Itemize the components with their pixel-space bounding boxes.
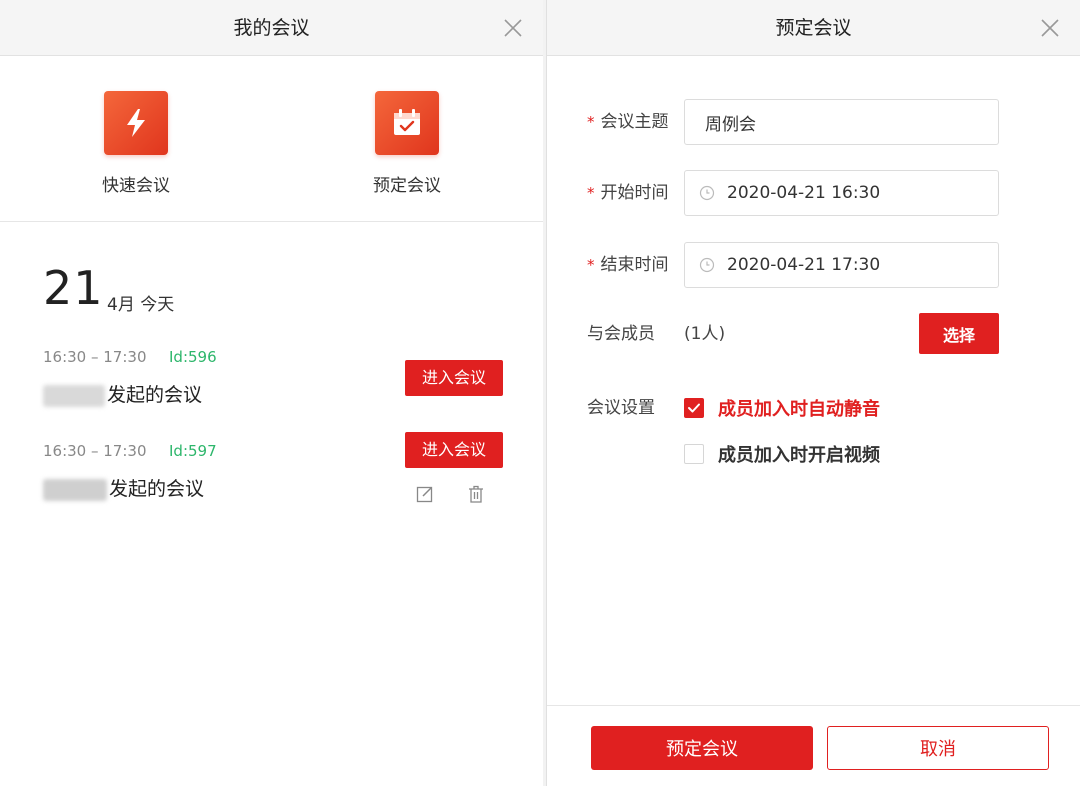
clock-icon — [699, 185, 715, 201]
settings-label: 会议设置 — [587, 398, 655, 418]
calendar-check-icon — [375, 91, 439, 155]
start-time-row: * 开始时间 — [547, 170, 1080, 216]
cancel-button[interactable]: 取消 — [827, 726, 1049, 770]
topic-label: * 会议主题 — [587, 112, 669, 132]
meeting-title: 发起的会议 — [43, 380, 203, 407]
auto-video-checkbox[interactable] — [684, 444, 704, 464]
panel-title: 预定会议 — [775, 17, 852, 39]
schedule-meeting-panel: 预定会议 *会议主题 *开始时间 *结束时间 与会成员 (1人) 选择 会议设置 — [546, 0, 1080, 786]
required-star-icon: * — [587, 184, 595, 202]
my-meetings-panel: 我的会议 快速会议 预定会议 21 4月 今天 16:30 – 17:30 Id… — [0, 0, 543, 786]
settings-row: 会议设置 成员加入时自动静音 成员加入时开启视频 — [547, 390, 1080, 470]
meeting-id: Id:596 — [169, 348, 217, 366]
members-label: 与会成员 — [587, 324, 655, 344]
end-time-row: * 结束时间 — [547, 242, 1080, 288]
edit-icon[interactable] — [415, 484, 435, 504]
meeting-list-item: 16:30 – 17:30 Id:596 发起的会议 进入会议 — [43, 348, 503, 418]
schedule-meeting-button[interactable]: 预定会议 — [347, 91, 467, 196]
schedule-submit-button[interactable]: 预定会议 — [591, 726, 813, 770]
redacted-name — [43, 478, 107, 501]
auto-video-label: 成员加入时开启视频 — [718, 445, 880, 466]
members-count: (1人) — [684, 324, 726, 344]
date-day: 21 — [43, 261, 104, 315]
meeting-time: 16:30 – 17:30 — [43, 442, 147, 460]
topic-input[interactable] — [684, 99, 999, 145]
panel-title: 我的会议 — [233, 17, 310, 39]
panel-header: 我的会议 — [0, 0, 543, 56]
meeting-title: 发起的会议 — [43, 474, 205, 501]
required-star-icon: * — [587, 256, 595, 274]
quick-meeting-button[interactable]: 快速会议 — [76, 91, 196, 196]
topic-row: * 会议主题 — [547, 99, 1080, 145]
close-icon[interactable] — [503, 18, 523, 38]
lightning-icon — [104, 91, 168, 155]
enter-meeting-button[interactable]: 进入会议 — [405, 432, 503, 468]
end-time-label: * 结束时间 — [587, 255, 669, 275]
clock-icon — [699, 257, 715, 273]
meeting-title-text: 发起的会议 — [109, 478, 205, 500]
select-members-button[interactable]: 选择 — [919, 313, 999, 354]
auto-mute-label: 成员加入时自动静音 — [718, 399, 880, 420]
meeting-tools — [415, 484, 495, 506]
members-row: 与会成员 (1人) 选择 — [547, 313, 1080, 355]
end-time-input[interactable] — [684, 242, 999, 288]
auto-mute-option[interactable]: 成员加入时自动静音 — [684, 395, 880, 421]
start-time-label: * 开始时间 — [587, 183, 669, 203]
quick-meeting-label: 快速会议 — [102, 176, 170, 196]
panel-header: 预定会议 — [547, 0, 1080, 56]
meeting-time: 16:30 – 17:30 — [43, 348, 147, 366]
close-icon[interactable] — [1040, 18, 1060, 38]
quick-actions: 快速会议 预定会议 — [0, 56, 543, 222]
meeting-list-item: 16:30 – 17:30 Id:597 发起的会议 进入会议 — [43, 432, 503, 512]
meeting-id: Id:597 — [169, 442, 217, 460]
date-month: 4月 今天 — [107, 295, 175, 315]
schedule-meeting-label: 预定会议 — [373, 176, 441, 196]
auto-video-option[interactable]: 成员加入时开启视频 — [684, 441, 880, 467]
checkmark-icon — [688, 403, 700, 413]
redacted-name — [43, 384, 105, 407]
start-time-input[interactable] — [684, 170, 999, 216]
auto-mute-checkbox[interactable] — [684, 398, 704, 418]
enter-meeting-button[interactable]: 进入会议 — [405, 360, 503, 396]
required-star-icon: * — [587, 113, 595, 131]
trash-icon[interactable] — [466, 484, 486, 504]
form-footer: 预定会议 取消 — [547, 705, 1080, 786]
meeting-title-text: 发起的会议 — [107, 384, 203, 406]
